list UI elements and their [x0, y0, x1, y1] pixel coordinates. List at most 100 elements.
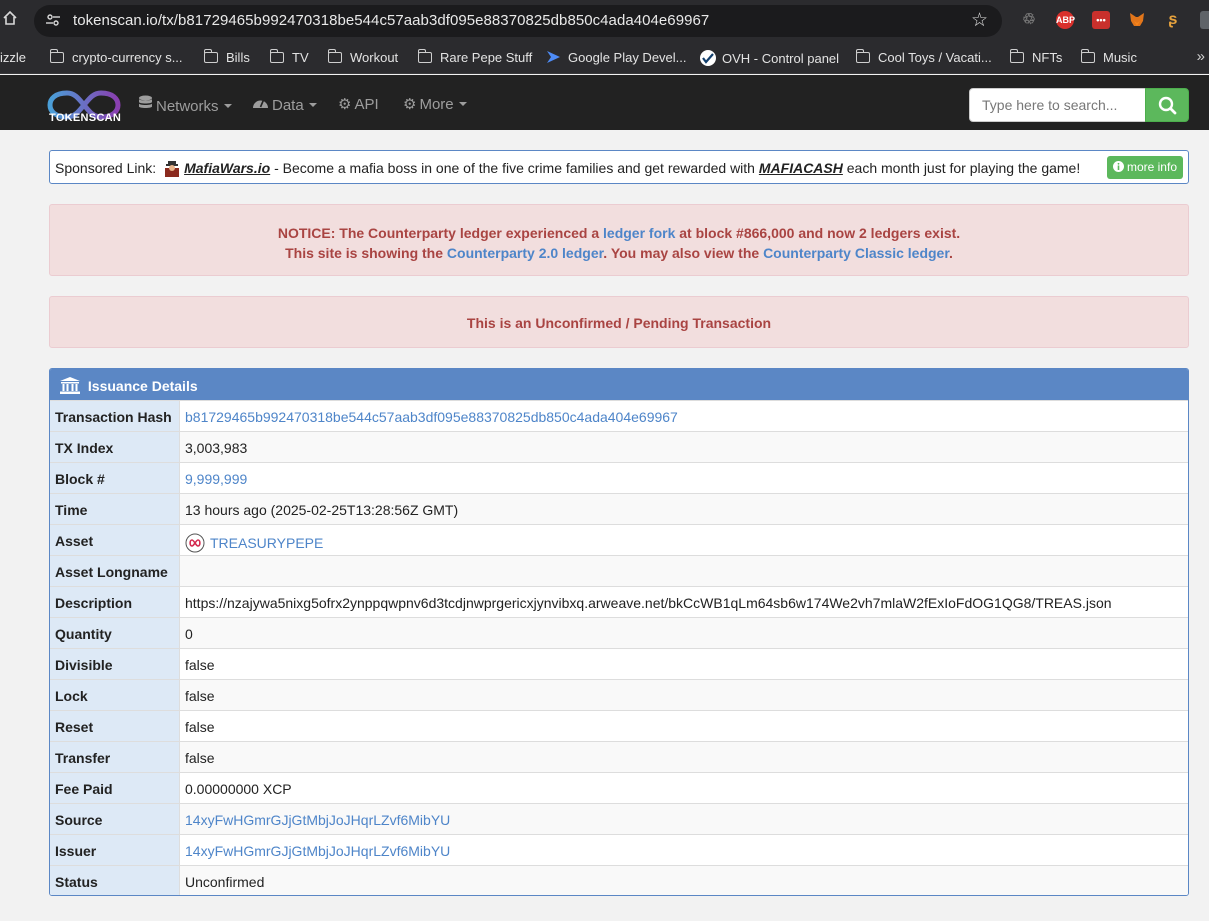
bookmark-folder[interactable]: Music	[1080, 49, 1137, 65]
details-table: Transaction Hash b81729465b992470318be544…	[50, 400, 1188, 895]
notice-text: . You may also view the	[603, 245, 764, 261]
bookmark-item[interactable]: izzle	[0, 50, 26, 65]
transaction-hash-link[interactable]: b81729465b992470318be544c57aab3df095e883…	[180, 401, 1188, 431]
nav-api[interactable]: ⚙ API	[338, 95, 379, 113]
source-address-link[interactable]: 14xyFwHGmrGJjGtMbjJoJHqrLZvf6MibYU	[180, 804, 1188, 834]
bookmark-folder[interactable]: Cool Toys / Vacati...	[855, 49, 992, 65]
panel-title: Issuance Details	[87, 378, 198, 394]
extension-icon[interactable]	[1200, 11, 1209, 29]
row-key: Issuer	[50, 835, 180, 865]
url-text[interactable]: tokenscan.io/tx/b81729465b992470318be544…	[73, 12, 709, 29]
bookmark-folder[interactable]: Bills	[203, 49, 250, 65]
nav-data[interactable]: Data	[252, 95, 317, 114]
recycle-extension-icon[interactable]: ♲	[1020, 11, 1038, 29]
bookmark-label: TV	[292, 50, 309, 65]
row-key: Reset	[50, 711, 180, 741]
pending-transaction-notice: This is an Unconfirmed / Pending Transac…	[49, 296, 1189, 348]
issuer-address-link[interactable]: 14xyFwHGmrGJjGtMbjJoJHqrLZvf6MibYU	[180, 835, 1188, 865]
block-link[interactable]: 9,999,999	[180, 463, 1188, 493]
table-row: Fee Paid 0.00000000 XCP	[50, 772, 1188, 803]
logo-text[interactable]: TOKENSCAN	[49, 112, 121, 124]
notice-text: NOTICE: The Counterparty ledger experien…	[277, 225, 604, 241]
folder-icon	[417, 49, 432, 63]
site-settings-icon[interactable]	[45, 12, 61, 31]
nav-more[interactable]: ⚙ More	[403, 95, 467, 113]
row-key: Asset Longname	[50, 556, 180, 586]
issuance-details-panel: Issuance Details Transaction Hash b817294…	[49, 368, 1189, 896]
table-row: Asset Longname	[50, 555, 1188, 586]
bookmark-label: NFTs	[1032, 50, 1063, 65]
folder-icon	[49, 49, 64, 63]
mafia-boss-icon	[165, 161, 180, 177]
row-key: Source	[50, 804, 180, 834]
bookmark-star-icon[interactable]: ☆	[971, 9, 988, 32]
row-key: Transaction Hash	[50, 401, 180, 431]
counterparty-2-ledger-link[interactable]: Counterparty 2.0 ledger	[447, 245, 603, 261]
table-row: Time 13 hours ago (2025-02-25T13:28:56Z G…	[50, 493, 1188, 524]
search-input[interactable]	[969, 88, 1146, 122]
gears-icon: ⚙	[338, 96, 352, 113]
asset-name: TREASURYPEPE	[210, 535, 324, 551]
row-key: Block #	[50, 463, 180, 493]
search-button[interactable]	[1145, 88, 1189, 122]
mafiawars-link[interactable]: MafiaWars.io	[184, 160, 270, 176]
bookmark-item[interactable]: OVH - Control panel	[700, 50, 839, 66]
sponsored-text: - Become a mafia boss in one of the five…	[270, 160, 759, 176]
database-icon	[138, 95, 153, 115]
bookmark-folder[interactable]: Rare Pepe Stuff	[417, 49, 533, 65]
row-value: false	[185, 688, 215, 704]
nav-data-label: Data	[272, 97, 304, 114]
row-value: false	[185, 719, 215, 735]
sui-extension-icon[interactable]: ʂ	[1164, 11, 1182, 29]
sponsored-prefix: Sponsored Link:	[55, 160, 157, 176]
mafiacash-link[interactable]: MAFIACASH	[759, 160, 843, 176]
table-row: Status Unconfirmed	[50, 865, 1188, 895]
more-info-button[interactable]: more info	[1106, 156, 1183, 179]
table-row: Asset TREASURYPEPE	[50, 524, 1188, 555]
bookmark-folder[interactable]: crypto-currency s...	[49, 49, 183, 65]
nav-api-label: API	[354, 96, 379, 113]
bookmarks-overflow-icon[interactable]: »	[1197, 48, 1205, 65]
nav-networks[interactable]: Networks	[138, 95, 232, 115]
ledger-fork-link[interactable]: ledger fork	[603, 225, 675, 241]
asset-link[interactable]: TREASURYPEPE	[180, 525, 1188, 555]
nav-more-label: More	[419, 96, 454, 113]
sponsored-text-end: each month just for playing the game!	[842, 160, 1081, 176]
bookmark-folder[interactable]: NFTs	[1009, 49, 1063, 65]
notice-text: This site is showing the	[285, 245, 447, 261]
chevron-down-icon	[458, 102, 467, 106]
status-value: Unconfirmed	[185, 874, 265, 890]
notice-text: .	[949, 245, 953, 261]
browser-toolbar: tokenscan.io/tx/b81729465b992470318be544…	[0, 0, 1209, 42]
bank-icon	[60, 377, 80, 394]
table-row: Block #9,999,999	[50, 462, 1188, 493]
metamask-fox-icon[interactable]	[1128, 11, 1146, 29]
bookmark-label: crypto-currency s...	[72, 50, 183, 65]
row-key: Description	[50, 587, 180, 617]
table-row: Reset false	[50, 710, 1188, 741]
table-row: Transfer false	[50, 741, 1188, 772]
table-row: Divisible false	[50, 648, 1188, 679]
bookmark-label: Music	[1103, 50, 1137, 65]
row-key: Lock	[50, 680, 180, 710]
panel-header: Issuance Details	[50, 369, 1188, 400]
counterparty-classic-ledger-link[interactable]: Counterparty Classic ledger	[763, 245, 949, 261]
bookmark-label: izzle	[0, 50, 27, 65]
row-key: Asset	[50, 525, 180, 555]
dots-extension-icon[interactable]: •••	[1092, 11, 1110, 29]
row-value: false	[185, 750, 215, 766]
bookmark-item[interactable]: Google Play Devel...	[546, 50, 687, 65]
home-icon[interactable]	[2, 10, 20, 32]
adblock-extension-icon[interactable]: ABP	[1056, 11, 1075, 29]
folder-icon	[269, 49, 284, 63]
bookmark-label: Rare Pepe Stuff	[440, 50, 533, 65]
bookmark-folder[interactable]: Workout	[327, 49, 398, 65]
row-value: 0.00000000 XCP	[185, 781, 292, 797]
address-bar[interactable]: tokenscan.io/tx/b81729465b992470318be544…	[34, 5, 1002, 37]
more-info-label: more info	[1126, 160, 1177, 174]
bookmark-folder[interactable]: TV	[269, 49, 309, 65]
row-key: Status	[50, 866, 180, 895]
pending-text: This is an Unconfirmed / Pending Transac…	[466, 315, 772, 331]
bookmark-label: Cool Toys / Vacati...	[878, 50, 992, 65]
row-value: 13 hours ago (2025-02-25T13:28:56Z GMT)	[185, 502, 459, 518]
